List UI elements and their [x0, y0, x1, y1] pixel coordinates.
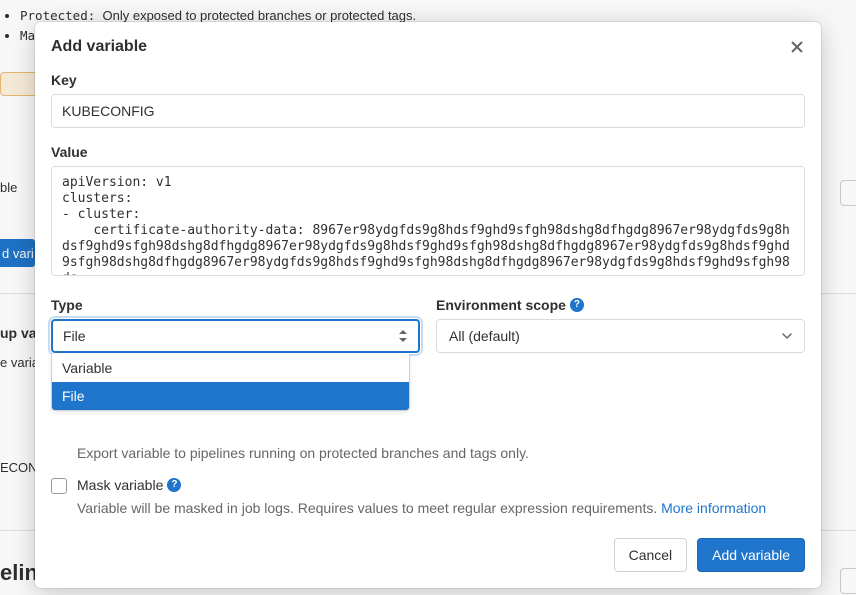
type-column: Type File Variable File: [51, 297, 420, 353]
more-info-link[interactable]: More information: [661, 500, 766, 516]
type-option-file[interactable]: File: [52, 382, 409, 410]
mask-help-text: Variable will be masked in job logs. Req…: [77, 498, 805, 518]
chevron-down-icon: [782, 333, 792, 339]
modal-footer: Cancel Add variable: [51, 532, 805, 572]
protect-group: Export variable to pipelines running on …: [51, 443, 805, 463]
help-icon[interactable]: ?: [570, 298, 584, 312]
key-input[interactable]: [51, 94, 805, 128]
modal-title: Add variable: [51, 38, 147, 56]
mask-label-row: Mask variable ?: [77, 477, 181, 493]
value-textarea[interactable]: [51, 166, 805, 276]
value-field-group: Value: [51, 144, 805, 281]
flags-section: Export variable to pipelines running on …: [51, 443, 805, 518]
modal-header: Add variable: [51, 38, 805, 56]
env-scope-label-text: Environment scope: [436, 297, 566, 313]
env-column: Environment scope ? All (default): [436, 297, 805, 353]
type-dropdown: Variable File: [51, 354, 410, 411]
type-select[interactable]: File: [51, 319, 420, 353]
mask-checkbox[interactable]: [51, 478, 67, 494]
value-label: Value: [51, 144, 805, 160]
protect-help-text: Export variable to pipelines running on …: [77, 443, 805, 463]
env-scope-label: Environment scope ?: [436, 297, 805, 313]
sort-caret-icon: [398, 329, 408, 343]
type-env-row: Type File Variable File Environment scop…: [51, 297, 805, 353]
type-select-value: File: [63, 328, 86, 344]
key-label: Key: [51, 72, 805, 88]
close-icon[interactable]: [789, 39, 805, 55]
mask-row: Mask variable ?: [51, 477, 805, 494]
cancel-button[interactable]: Cancel: [614, 538, 688, 572]
help-icon[interactable]: ?: [167, 478, 181, 492]
add-variable-button[interactable]: Add variable: [697, 538, 805, 572]
key-field-group: Key: [51, 72, 805, 128]
env-scope-value: All (default): [449, 328, 520, 344]
add-variable-modal: Add variable Key Value Type File Variabl…: [35, 22, 821, 588]
type-label: Type: [51, 297, 420, 313]
mask-help-body: Variable will be masked in job logs. Req…: [77, 500, 661, 516]
env-scope-select[interactable]: All (default): [436, 319, 805, 353]
type-option-variable[interactable]: Variable: [52, 354, 409, 382]
mask-label: Mask variable: [77, 477, 163, 493]
